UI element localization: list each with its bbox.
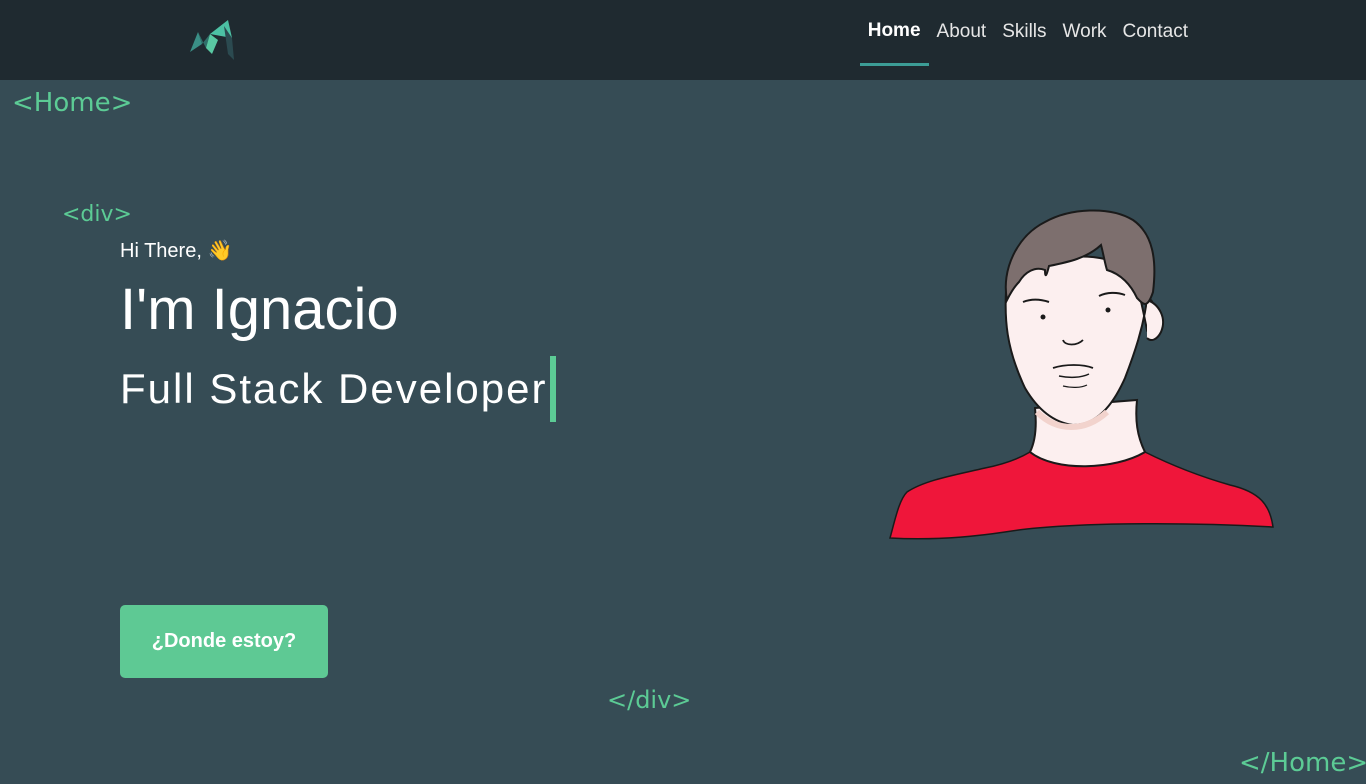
home-close-tag: </Home> bbox=[1239, 748, 1366, 778]
div-close-tag: </div> bbox=[607, 686, 692, 714]
hero-name: I'm Ignacio bbox=[120, 277, 399, 342]
nav-item-work[interactable]: Work bbox=[1055, 0, 1115, 66]
home-open-tag: <Home> bbox=[12, 88, 133, 118]
site-header: Home About Skills Work Contact bbox=[0, 0, 1366, 80]
main-nav: Home About Skills Work Contact bbox=[859, 0, 1196, 80]
logo-icon[interactable] bbox=[188, 18, 238, 62]
nav-item-about[interactable]: About bbox=[929, 0, 995, 66]
role-line: Full Stack Developer bbox=[120, 356, 556, 422]
greeting-text: Hi There, 👋 bbox=[120, 240, 233, 262]
nav-item-contact[interactable]: Contact bbox=[1115, 0, 1196, 66]
typing-cursor bbox=[549, 356, 556, 422]
nav-item-home[interactable]: Home bbox=[859, 0, 929, 66]
where-am-i-button[interactable]: ¿Donde estoy? bbox=[120, 605, 328, 678]
hero-role: Full Stack Developer bbox=[120, 365, 548, 412]
nav-item-skills[interactable]: Skills bbox=[994, 0, 1054, 66]
div-open-tag: <div> bbox=[62, 202, 132, 227]
avatar-illustration bbox=[885, 200, 1280, 545]
